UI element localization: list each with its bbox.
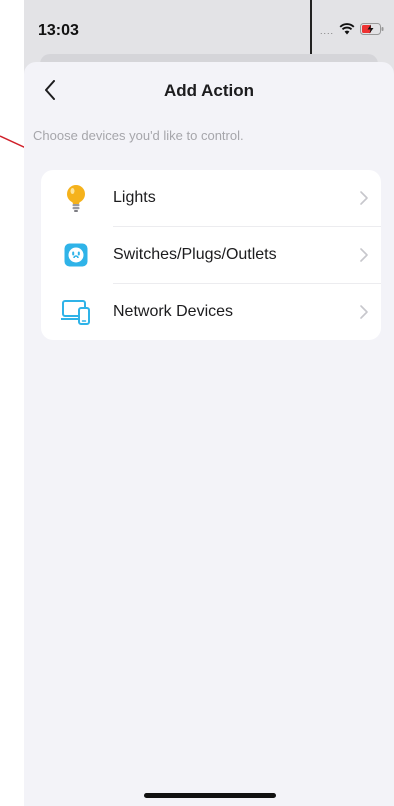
chevron-right-icon (360, 248, 368, 262)
phone-screen: 13:03 .... Add Action Choose devices you… (24, 0, 394, 806)
device-label: Lights (113, 189, 156, 206)
wifi-icon (339, 22, 355, 40)
subtitle: Choose devices you'd like to control. (33, 128, 244, 143)
signal-dots: .... (319, 26, 334, 36)
nav-bar: Add Action (24, 62, 394, 118)
network-devices-icon (61, 297, 91, 327)
smart-plug-icon (61, 240, 91, 270)
battery-charging-icon (360, 22, 384, 40)
device-label: Network Devices (113, 303, 234, 320)
annotation-line (310, 0, 312, 54)
status-icons: .... (320, 22, 384, 40)
status-bar: 13:03 .... (24, 0, 394, 54)
home-indicator[interactable] (144, 793, 276, 798)
status-time: 13:03 (38, 22, 79, 39)
device-row-switches[interactable]: Switches/Plugs/Outlets (41, 227, 381, 284)
chevron-right-icon (360, 305, 368, 319)
page-title: Add Action (163, 81, 255, 100)
device-row-lights[interactable]: Lights (41, 170, 381, 227)
device-list: Lights Switches/Plugs/Outlets Network De… (41, 170, 381, 340)
device-row-network-devices[interactable]: Network Devices (41, 284, 381, 340)
lightbulb-icon (61, 183, 91, 213)
add-action-sheet: Add Action Choose devices you'd like to … (24, 62, 394, 806)
chevron-right-icon (360, 191, 368, 205)
device-label: Switches/Plugs/Outlets (113, 246, 277, 263)
